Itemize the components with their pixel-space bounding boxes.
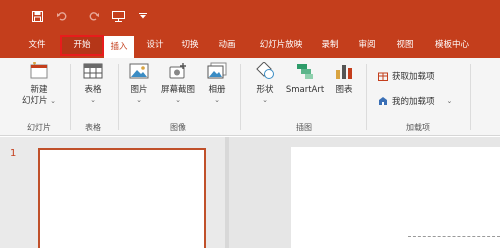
my-addins-button[interactable]: 我的加载项 ⌄	[378, 95, 452, 107]
customize-qat-icon[interactable]	[138, 9, 148, 23]
get-addins-label: 获取加载项	[392, 72, 435, 82]
screenshot-icon	[156, 62, 200, 83]
photo-album-button[interactable]: 相册 ⌄	[202, 62, 232, 104]
group-label-tables: 表格	[85, 123, 101, 132]
slide-thumbnail[interactable]	[38, 148, 206, 248]
chevron-down-icon: ⌄	[175, 96, 181, 104]
album-label: 相册	[208, 85, 226, 95]
ribbon-separator	[366, 64, 367, 130]
slideshow-from-start-icon[interactable]	[110, 9, 126, 23]
ribbon-separator	[470, 64, 471, 130]
group-label-addins: 加载项	[406, 123, 430, 132]
group-label-illustrations: 插图	[296, 123, 312, 132]
ribbon-separator	[70, 64, 71, 130]
ribbon-tab-bar: 文件 开始 插入 设计 切换 动画 幻灯片放映 录制 审阅 视图 模板中心	[0, 32, 500, 58]
slide-canvas[interactable]	[291, 147, 500, 248]
smartart-label: SmartArt	[285, 85, 325, 95]
tab-transitions[interactable]: 切换	[177, 38, 203, 53]
shapes-label: 形状	[256, 85, 274, 95]
chart-button[interactable]: 图表	[330, 62, 358, 96]
tab-record[interactable]: 录制	[318, 38, 342, 53]
new-slide-icon	[18, 61, 60, 83]
photo-album-icon	[202, 62, 232, 83]
screenshot-button[interactable]: 屏幕截图 ⌄	[156, 62, 200, 104]
chevron-down-icon: ⌄	[262, 96, 268, 104]
tab-view[interactable]: 视图	[393, 38, 417, 53]
screenshot-label: 屏幕截图	[160, 85, 195, 95]
group-label-slides: 幻灯片	[27, 123, 51, 132]
chevron-down-icon: ⌄	[214, 96, 220, 104]
new-slide-button[interactable]: 新建 幻灯片 ⌄	[18, 61, 60, 107]
chevron-down-icon[interactable]: ⌄	[447, 97, 453, 105]
ribbon-separator	[118, 64, 119, 130]
smartart-icon	[284, 62, 326, 83]
title-bar	[0, 0, 500, 32]
chevron-down-icon: ⌄	[90, 96, 96, 104]
chevron-down-icon: ⌄	[136, 96, 142, 104]
picture-icon	[124, 62, 154, 83]
chart-icon	[330, 62, 358, 83]
new-slide-label-2: 幻灯片 ⌄	[21, 96, 57, 106]
get-addins-button[interactable]: 获取加载项	[378, 70, 435, 82]
save-icon[interactable]	[30, 9, 44, 23]
pictures-label: 图片	[130, 85, 148, 95]
tab-file[interactable]: 文件	[24, 38, 50, 53]
undo-icon[interactable]	[56, 9, 68, 23]
placeholder-border	[408, 236, 500, 237]
my-addins-label: 我的加载项	[392, 97, 435, 107]
my-addins-icon	[379, 97, 387, 105]
shapes-icon	[250, 61, 280, 83]
tab-design[interactable]: 设计	[142, 38, 168, 53]
tab-animations[interactable]: 动画	[214, 38, 240, 53]
tab-home[interactable]: 开始	[60, 35, 104, 56]
table-button[interactable]: 表格 ⌄	[76, 62, 110, 104]
tab-template-center[interactable]: 模板中心	[428, 38, 476, 53]
table-label: 表格	[84, 85, 102, 95]
smartart-button[interactable]: SmartArt	[284, 62, 326, 96]
redo-icon[interactable]	[88, 9, 100, 23]
shapes-button[interactable]: 形状 ⌄	[250, 61, 280, 104]
new-slide-label-1: 新建	[30, 85, 48, 95]
group-label-images: 图像	[170, 123, 186, 132]
tab-insert[interactable]: 插入	[104, 36, 134, 58]
chart-label: 图表	[335, 85, 353, 95]
pictures-button[interactable]: 图片 ⌄	[124, 62, 154, 104]
ribbon-separator	[240, 64, 241, 130]
tab-review[interactable]: 审阅	[355, 38, 379, 53]
slide-number: 1	[10, 148, 17, 159]
tab-slideshow[interactable]: 幻灯片放映	[254, 38, 308, 53]
table-icon	[76, 62, 110, 83]
store-icon	[378, 72, 388, 81]
